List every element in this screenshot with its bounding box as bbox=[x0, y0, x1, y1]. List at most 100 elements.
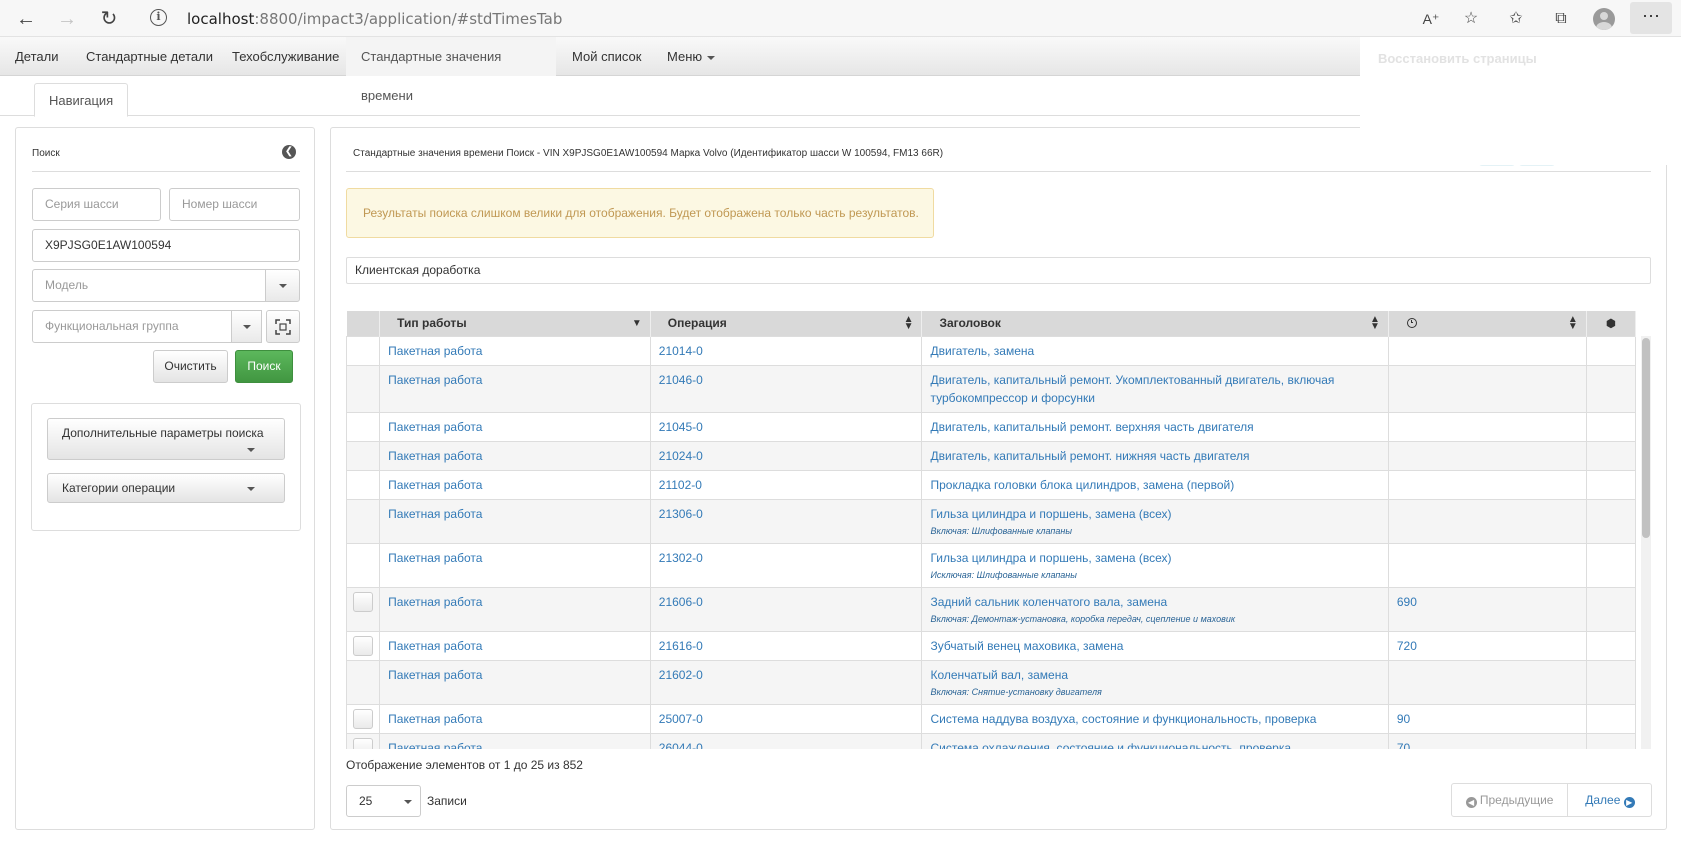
profile-avatar[interactable] bbox=[1593, 8, 1615, 30]
title-link[interactable]: Гильза цилиндра и поршень, замена (всех) bbox=[930, 551, 1171, 565]
work-type-cell[interactable]: Пакетная работа bbox=[379, 411, 651, 441]
title-link[interactable]: Система охлаждения, состояние и функцион… bbox=[930, 741, 1291, 750]
title-cell[interactable]: Задний сальник коленчатого вала, замена В… bbox=[921, 586, 1389, 631]
search-button[interactable]: Поиск bbox=[235, 350, 293, 383]
operation-cell[interactable]: 21306-0 bbox=[650, 498, 923, 543]
operation-cell[interactable]: 21602-0 bbox=[650, 659, 923, 704]
title-cell[interactable]: Коленчатый вал, замена Включая: Снятие-ус… bbox=[921, 659, 1389, 704]
time-cell[interactable]: 690 bbox=[1388, 586, 1587, 631]
chassis-number-input[interactable]: Номер шасси bbox=[169, 188, 300, 221]
title-link[interactable]: Двигатель, замена bbox=[930, 344, 1034, 358]
table-row[interactable]: Пакетная работа 21302-0 Гильза цилиндра и … bbox=[346, 542, 1637, 587]
table-row[interactable]: Пакетная работа 21046-0 Двигатель, капитал… bbox=[346, 364, 1637, 412]
title-cell[interactable]: Система наддува воздуха, состояние и фун… bbox=[921, 703, 1389, 733]
prev-page-button[interactable]: ◀ Предыдущие bbox=[1452, 784, 1568, 816]
column-header-operation[interactable]: Операция ▲ ▼ bbox=[650, 311, 923, 336]
title-cell[interactable]: Двигатель, капитальный ремонт. верхняя ч… bbox=[921, 411, 1389, 441]
collapse-left-icon[interactable]: ❮ bbox=[282, 145, 296, 159]
function-group-dropdown-button[interactable] bbox=[231, 310, 262, 343]
restore-pages-text[interactable]: Восстановить страницы bbox=[1378, 51, 1537, 66]
next-page-button[interactable]: Далее ▶ bbox=[1569, 784, 1651, 816]
clear-button[interactable]: Очистить bbox=[153, 350, 228, 383]
table-row[interactable]: Пакетная работа 21045-0 Двигатель, капитал… bbox=[346, 411, 1637, 441]
nav-item-maintenance[interactable]: Техобслуживание bbox=[217, 37, 354, 76]
title-cell[interactable]: Гильза цилиндра и поршень, замена (всех)… bbox=[921, 542, 1389, 587]
title-link[interactable]: Двигатель, капитальный ремонт. верхняя ч… bbox=[930, 420, 1253, 434]
row-checkbox[interactable] bbox=[353, 737, 373, 749]
operation-cell[interactable]: 21606-0 bbox=[650, 586, 923, 631]
table-row[interactable]: Пакетная работа 21014-0 Двигатель, замена bbox=[346, 335, 1637, 365]
operation-cell[interactable]: 21102-0 bbox=[650, 469, 923, 499]
model-select[interactable]: Модель bbox=[32, 269, 266, 302]
vin-input[interactable]: X9PJSG0E1AW100594 bbox=[32, 229, 300, 262]
time-cell[interactable]: 90 bbox=[1388, 703, 1587, 733]
row-checkbox[interactable] bbox=[353, 635, 373, 656]
sort-icon[interactable]: ▲ ▼ bbox=[1370, 315, 1380, 332]
nav-item-details[interactable]: Детали bbox=[0, 37, 74, 76]
work-type-cell[interactable]: Пакетная работа bbox=[379, 364, 651, 412]
table-row[interactable]: Пакетная работа 26044-0 Система охлаждения… bbox=[346, 732, 1637, 750]
sort-desc-icon[interactable]: ▼ bbox=[632, 319, 642, 329]
title-link[interactable]: Двигатель, капитальный ремонт. нижняя ча… bbox=[930, 449, 1249, 463]
work-type-cell[interactable]: Пакетная работа bbox=[379, 586, 651, 631]
time-cell[interactable] bbox=[1388, 542, 1587, 587]
row-checkbox[interactable] bbox=[353, 591, 373, 612]
advanced-search-button[interactable]: Дополнительные параметры поиска bbox=[47, 418, 285, 460]
nav-item-standard-times[interactable]: Стандартные значения времени bbox=[346, 37, 556, 103]
title-cell[interactable]: Двигатель, капитальный ремонт. нижняя ча… bbox=[921, 440, 1389, 470]
chassis-series-input[interactable]: Серия шасси bbox=[32, 188, 161, 221]
operation-cell[interactable]: 21616-0 bbox=[650, 630, 923, 660]
time-cell[interactable] bbox=[1388, 411, 1587, 441]
title-link[interactable]: Зубчатый венец маховика, замена bbox=[930, 639, 1123, 653]
address-bar[interactable]: i localhost:8800/impact3/application/#st… bbox=[145, 4, 1365, 33]
table-row[interactable]: Пакетная работа 21616-0 Зубчатый венец мах… bbox=[346, 630, 1637, 660]
time-cell[interactable] bbox=[1388, 498, 1587, 543]
scrollbar-thumb[interactable] bbox=[1642, 338, 1650, 538]
title-cell[interactable]: Прокладка головки блока цилиндров, замен… bbox=[921, 469, 1389, 499]
work-type-cell[interactable]: Пакетная работа bbox=[379, 659, 651, 704]
row-checkbox[interactable] bbox=[353, 708, 373, 729]
operation-cell[interactable]: 25007-0 bbox=[650, 703, 923, 733]
operation-cell[interactable]: 21046-0 bbox=[650, 364, 923, 412]
time-cell[interactable] bbox=[1388, 364, 1587, 412]
column-header-time[interactable]: ▲ ▼ bbox=[1388, 311, 1587, 336]
title-link[interactable]: Прокладка головки блока цилиндров, замен… bbox=[930, 478, 1234, 492]
column-header-title[interactable]: Заголовок ▲ ▼ bbox=[921, 311, 1389, 336]
table-row[interactable]: Пакетная работа 21602-0 Коленчатый вал, за… bbox=[346, 659, 1637, 704]
more-menu-icon[interactable]: ⋯ bbox=[1630, 2, 1672, 34]
collections-icon[interactable]: ⧉ bbox=[1550, 8, 1572, 30]
back-arrow-icon[interactable]: ← bbox=[13, 6, 39, 32]
column-header-work-type[interactable]: Тип работы ▼ bbox=[379, 311, 651, 336]
work-type-cell[interactable]: Пакетная работа bbox=[379, 498, 651, 543]
title-link[interactable]: Система наддува воздуха, состояние и фун… bbox=[930, 712, 1316, 726]
favorites-icon[interactable]: ✩ bbox=[1505, 8, 1527, 30]
work-type-cell[interactable]: Пакетная работа bbox=[379, 703, 651, 733]
work-type-cell[interactable]: Пакетная работа bbox=[379, 440, 651, 470]
tab-navigation[interactable]: Навигация bbox=[34, 83, 129, 117]
function-group-picker-button[interactable] bbox=[266, 310, 300, 343]
title-cell[interactable]: Зубчатый венец маховика, замена bbox=[921, 630, 1389, 660]
add-favorite-icon[interactable]: ☆ bbox=[1460, 8, 1482, 30]
filter-input[interactable]: Клиентская доработка bbox=[346, 257, 1651, 284]
table-row[interactable]: Пакетная работа 25007-0 Система наддува во… bbox=[346, 703, 1637, 733]
table-row[interactable]: Пакетная работа 21024-0 Двигатель, капитал… bbox=[346, 440, 1637, 470]
reload-icon[interactable]: ↻ bbox=[96, 6, 122, 32]
title-cell[interactable]: Система охлаждения, состояние и функцион… bbox=[921, 732, 1389, 750]
work-type-cell[interactable]: Пакетная работа bbox=[379, 335, 651, 365]
time-cell[interactable] bbox=[1388, 440, 1587, 470]
forward-arrow-icon[interactable]: → bbox=[54, 6, 80, 32]
operation-cell[interactable]: 21014-0 bbox=[650, 335, 923, 365]
nav-item-my-list[interactable]: Мой список bbox=[557, 37, 656, 76]
model-dropdown-button[interactable] bbox=[265, 269, 300, 302]
table-row[interactable]: Пакетная работа 21102-0 Прокладка головки … bbox=[346, 469, 1637, 499]
title-link[interactable]: Гильза цилиндра и поршень, замена (всех) bbox=[930, 507, 1171, 521]
title-link[interactable]: Двигатель, капитальный ремонт. Укомплект… bbox=[930, 373, 1334, 405]
sort-icon[interactable]: ▲ ▼ bbox=[1568, 315, 1578, 332]
operation-cell[interactable]: 26044-0 bbox=[650, 732, 923, 749]
table-row[interactable]: Пакетная работа 21606-0 Задний сальник кол… bbox=[346, 586, 1637, 631]
title-cell[interactable]: Гильза цилиндра и поршень, замена (всех)… bbox=[921, 498, 1389, 543]
title-link[interactable]: Задний сальник коленчатого вала, замена bbox=[930, 595, 1167, 609]
title-cell[interactable]: Двигатель, замена bbox=[921, 335, 1389, 365]
time-cell[interactable]: 70 bbox=[1388, 732, 1587, 749]
read-aloud-icon[interactable]: A⁺ bbox=[1420, 8, 1442, 30]
